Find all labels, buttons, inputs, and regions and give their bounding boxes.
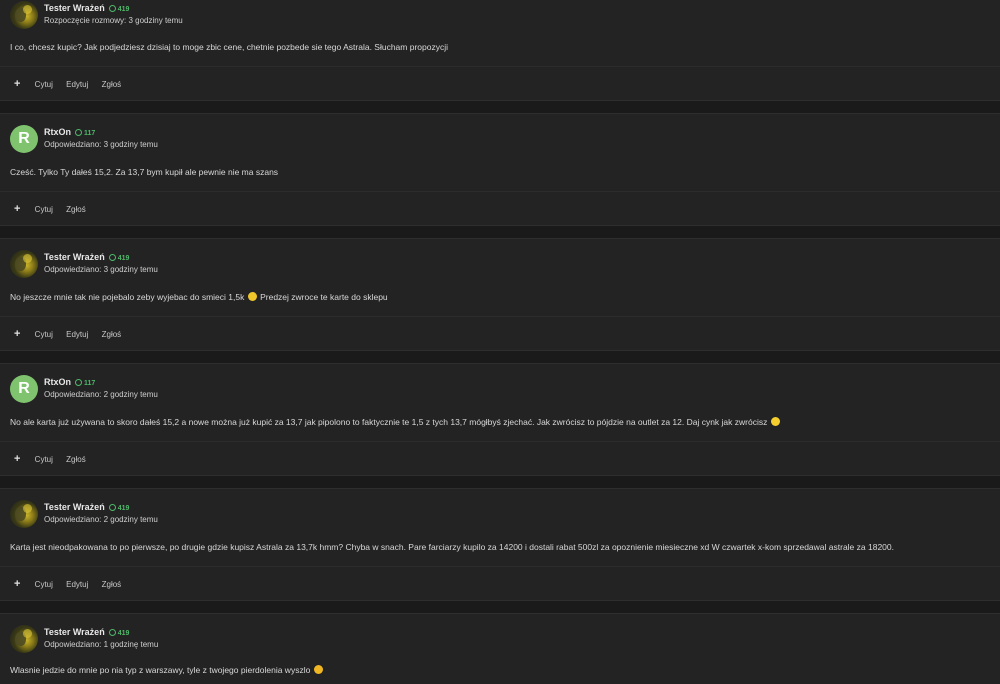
post-actions: + Cytuj Zgłoś [14, 453, 97, 466]
quote-button[interactable]: Cytuj [35, 580, 53, 589]
post-body: No jeszcze mnie tak nie pojebalo zeby wy… [10, 291, 388, 303]
post: R RtxOn 117 Odpowiedziano: 2 godziny temu… [0, 363, 1000, 476]
post-text: Wlasnie jedzie do mnie po nia typ z wars… [10, 665, 311, 675]
divider [0, 566, 1000, 567]
author-name[interactable]: RtxOn [44, 377, 71, 387]
reputation-icon [75, 378, 82, 386]
post: Tester Wrażeń 419 Rozpoczęcie rozmowy: 3 … [0, 0, 1000, 101]
post-actions: + Cytuj Edytuj Zgłoś [14, 328, 132, 341]
post-timestamp: Rozpoczęcie rozmowy: 3 godziny temu [44, 16, 183, 25]
reputation-badge: 419 [108, 4, 129, 13]
reputation-badge: 419 [108, 253, 129, 262]
post-body: Wlasnie jedzie do mnie po nia typ z wars… [10, 664, 324, 676]
post-actions: + Cytuj Edytuj Zgłoś [14, 578, 132, 591]
post-timestamp: Odpowiedziano: 3 godziny temu [44, 140, 158, 149]
avatar[interactable] [10, 1, 38, 29]
post: R RtxOn 117 Odpowiedziano: 3 godziny temu… [0, 113, 1000, 226]
post: Tester Wrażeń 419 Odpowiedziano: 1 godzin… [0, 613, 1000, 684]
post-body: No ale karta już używana to skoro dałeś … [10, 416, 781, 428]
post-body: Karta jest nieodpakowana to po pierwsze,… [10, 542, 894, 552]
post-text-continued: Predzej zwroce te karte do sklepu [260, 292, 388, 302]
reputation-icon [108, 503, 116, 511]
thread-container: Tester Wrażeń 419 Rozpoczęcie rozmowy: 3 … [0, 0, 1000, 684]
avatar[interactable]: R [10, 375, 38, 403]
divider [0, 191, 1000, 192]
reputation-badge: 117 [75, 378, 95, 387]
emoji-icon [770, 417, 780, 427]
divider [0, 316, 1000, 317]
post-timestamp: Odpowiedziano: 1 godzinę temu [44, 640, 159, 649]
quote-button[interactable]: Cytuj [35, 80, 53, 89]
report-button[interactable]: Zgłoś [66, 455, 86, 464]
post-actions: + Cytuj Edytuj Zgłoś [14, 78, 132, 91]
plus-icon[interactable]: + [14, 578, 20, 590]
edit-button[interactable]: Edytuj [66, 330, 88, 339]
reputation-icon [75, 128, 82, 136]
post-text: No ale karta już używana to skoro dałeś … [10, 417, 768, 427]
reputation-icon [108, 628, 116, 636]
author-name[interactable]: Tester Wrażeń [44, 252, 105, 262]
post-timestamp: Odpowiedziano: 3 godziny temu [44, 265, 158, 274]
avatar[interactable] [10, 625, 38, 653]
author-name[interactable]: Tester Wrażeń [44, 3, 105, 13]
avatar[interactable] [10, 250, 38, 278]
plus-icon[interactable]: + [14, 203, 20, 215]
post-timestamp: Odpowiedziano: 2 godziny temu [44, 390, 158, 399]
post-actions: + Cytuj Zgłoś [14, 203, 97, 216]
quote-button[interactable]: Cytuj [35, 330, 53, 339]
avatar[interactable]: R [10, 125, 38, 153]
report-button[interactable]: Zgłoś [102, 80, 122, 89]
emoji-icon [247, 292, 257, 302]
report-button[interactable]: Zgłoś [102, 330, 122, 339]
post: Tester Wrażeń 419 Odpowiedziano: 2 godzin… [0, 488, 1000, 601]
plus-icon[interactable]: + [14, 78, 20, 90]
edit-button[interactable]: Edytuj [66, 580, 88, 589]
quote-button[interactable]: Cytuj [35, 455, 53, 464]
emoji-icon [313, 665, 323, 675]
post-text: No jeszcze mnie tak nie pojebalo zeby wy… [10, 292, 245, 302]
report-button[interactable]: Zgłoś [102, 580, 122, 589]
post: Tester Wrażeń 419 Odpowiedziano: 3 godzin… [0, 238, 1000, 351]
quote-button[interactable]: Cytuj [35, 205, 53, 214]
reputation-badge: 117 [75, 128, 95, 137]
avatar[interactable] [10, 500, 38, 528]
divider [0, 441, 1000, 442]
plus-icon[interactable]: + [14, 328, 20, 340]
reputation-badge: 419 [108, 503, 129, 512]
reputation-icon [108, 4, 116, 12]
report-button[interactable]: Zgłoś [66, 205, 86, 214]
author-name[interactable]: RtxOn [44, 127, 71, 137]
edit-button[interactable]: Edytuj [66, 80, 88, 89]
post-body: Cześć. Tylko Ty dałeś 15,2. Za 13,7 bym … [10, 167, 279, 177]
post-body: I co, chcesz kupic? Jak podjedziesz dzis… [10, 42, 448, 52]
reputation-icon [108, 253, 116, 261]
plus-icon[interactable]: + [14, 453, 20, 465]
author-name[interactable]: Tester Wrażeń [44, 627, 105, 637]
post-timestamp: Odpowiedziano: 2 godziny temu [44, 515, 158, 524]
divider [0, 66, 1000, 67]
author-name[interactable]: Tester Wrażeń [44, 502, 105, 512]
reputation-badge: 419 [108, 628, 129, 637]
